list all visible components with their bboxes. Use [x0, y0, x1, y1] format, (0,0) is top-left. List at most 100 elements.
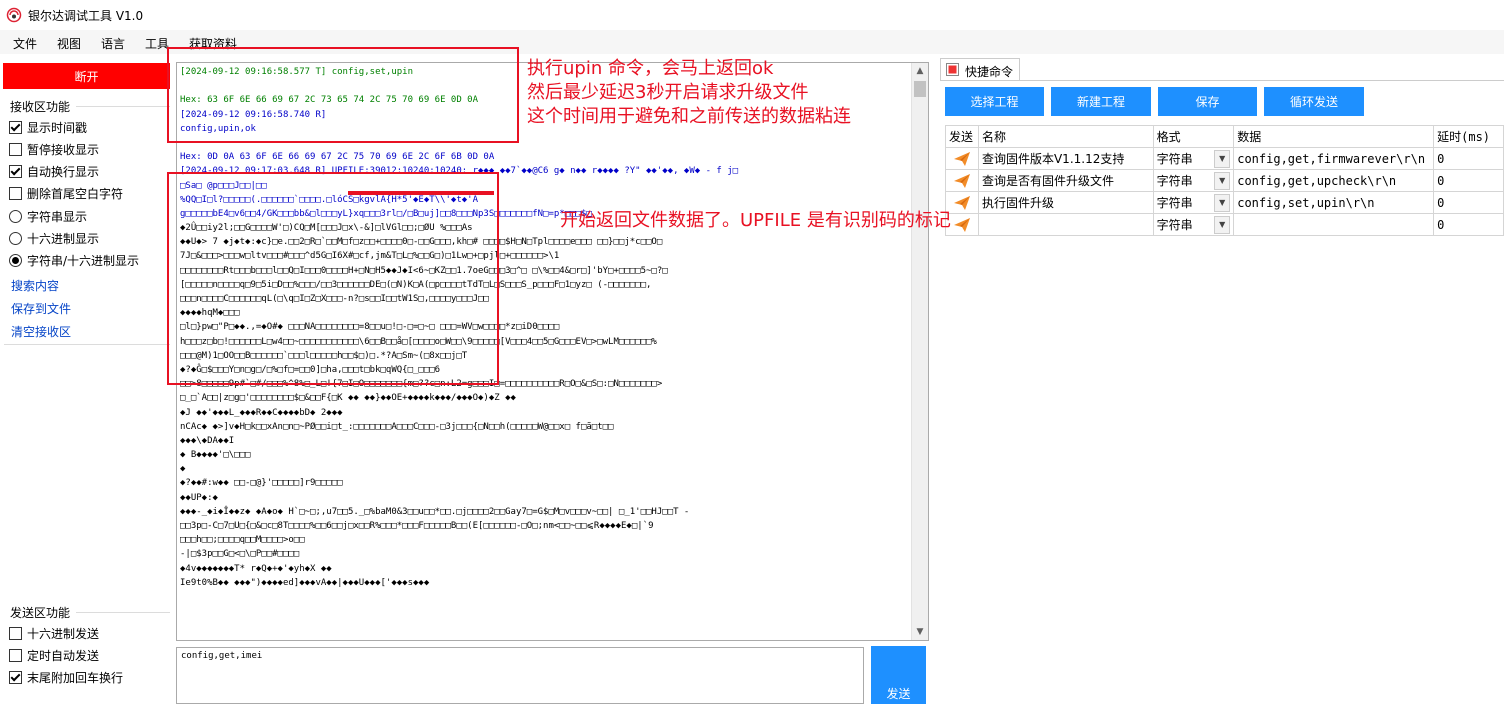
chevron-down-icon[interactable]: ▼ — [1214, 171, 1231, 190]
row-format-select[interactable]: 字符串 ▼ — [1152, 213, 1235, 236]
radio[interactable] — [9, 231, 22, 245]
menu-file[interactable]: 文件 — [13, 35, 37, 52]
receive-group-title: 接收区功能 — [10, 100, 71, 114]
loop-send-button[interactable]: 循环发送 — [1264, 87, 1364, 116]
send-plane-icon[interactable] — [953, 173, 971, 189]
row-delay[interactable]: 0 — [1433, 147, 1504, 170]
receive-line: Ie9t0%B◆◆ ◆◆◆")◆◆◆◆ed]◆◆◆vA◆◆|◆◆◆U◆◆◆['◆… — [180, 577, 430, 588]
table-row: 查询是否有固件升级文件 字符串 ▼ config,get,upcheck\r\n … — [945, 169, 1504, 192]
option-auto-wrap[interactable]: 自动换行显示 — [9, 162, 99, 180]
option-hex-display[interactable]: 十六进制显示 — [9, 229, 99, 247]
select-project-button[interactable]: 选择工程 — [945, 87, 1044, 116]
send-plane-icon[interactable] — [953, 195, 971, 211]
annotation-line: 然后最少延迟3秒开启请求升级文件 — [527, 82, 809, 103]
row-name[interactable]: 执行固件升级 — [977, 191, 1154, 214]
checkbox[interactable] — [9, 186, 22, 200]
annotation-note-upfile: 开始返回文件数据了。UPFILE 是有识别码的标记 — [560, 210, 951, 231]
receive-line: □_□`A□□|z□g□'□□□□□□□□$□&□□F{□K ◆◆ ◆◆}◆◆O… — [180, 393, 516, 404]
option-string-hex-display[interactable]: 字符串/十六进制显示 — [9, 251, 139, 269]
app-logo-icon — [6, 7, 22, 23]
receive-line: ◆◆◆\◆DA◆◆I — [180, 435, 235, 446]
checkbox-checked[interactable] — [9, 670, 22, 684]
chevron-down-icon[interactable]: ▼ — [1214, 193, 1231, 212]
option-append-crlf[interactable]: 末尾附加回车换行 — [9, 668, 123, 686]
window-title: 银尔达调试工具 V1.0 — [28, 9, 144, 23]
checkbox[interactable] — [9, 648, 22, 662]
send-input[interactable]: config,get,imei — [176, 647, 864, 704]
clear-receive-link[interactable]: 清空接收区 — [11, 323, 71, 340]
send-button[interactable]: 发送 — [871, 646, 926, 704]
row-data[interactable]: config,get,upcheck\r\n — [1233, 169, 1435, 192]
radio-selected[interactable] — [9, 253, 22, 267]
new-project-button[interactable]: 新建工程 — [1051, 87, 1151, 116]
send-plane-icon[interactable] — [953, 151, 971, 167]
option-pause-receive[interactable]: 暂停接收显示 — [9, 140, 99, 158]
format-value: 字符串 — [1156, 174, 1193, 188]
row-delay[interactable]: 0 — [1433, 169, 1504, 192]
table-header: 发送 名称 格式 数据 延时(ms) — [945, 125, 1504, 148]
row-data[interactable]: config,get,firmwarever\r\n — [1233, 147, 1435, 170]
receive-line: ◆◆UP◆:◆ — [180, 492, 218, 503]
receive-line: ◆ — [180, 464, 186, 475]
checkbox[interactable] — [9, 626, 22, 640]
title-bar: 银尔达调试工具 V1.0 — [0, 0, 1504, 30]
chevron-down-icon[interactable]: ▼ — [1214, 215, 1231, 234]
header-format: 格式 — [1152, 125, 1235, 148]
row-delay[interactable]: 0 — [1433, 191, 1504, 214]
format-value: 字符串 — [1156, 196, 1193, 210]
save-to-file-link[interactable]: 保存到文件 — [11, 300, 71, 317]
search-content-link[interactable]: 搜索内容 — [11, 277, 59, 294]
tab-label: 快捷命令 — [965, 65, 1014, 79]
receive-line: -|□$3p□□G□<□\□P□□#□□□□ — [180, 549, 300, 560]
row-send-button[interactable] — [945, 169, 979, 192]
menu-language[interactable]: 语言 — [101, 35, 125, 52]
quick-command-table: 发送 名称 格式 数据 延时(ms) 查询固件版本V1.1.12支持 字符串 ▼ … — [945, 125, 1504, 236]
row-send-button[interactable] — [945, 147, 979, 170]
checkbox[interactable] — [9, 142, 22, 156]
row-data[interactable]: config,set,upin\r\n — [1233, 191, 1435, 214]
tab-quick-commands[interactable]: 快捷命令 — [940, 58, 1020, 80]
option-hex-send[interactable]: 十六进制发送 — [9, 624, 99, 642]
receive-group-divider — [76, 106, 170, 107]
option-trim-whitespace[interactable]: 删除首尾空白字符 — [9, 184, 123, 202]
row-name[interactable] — [977, 213, 1154, 236]
annotation-line: 这个时间用于避免和之前传送的数据粘连 — [527, 106, 851, 127]
receive-line: ◆J ◆◆'◆◆◆L_◆◆◆R◆◆C◆◆◆◆bD◆ 2◆◆◆ — [180, 407, 343, 418]
radio[interactable] — [9, 209, 22, 223]
quick-command-icon — [946, 63, 959, 76]
option-timed-send[interactable]: 定时自动发送 — [9, 646, 99, 664]
checkbox-checked[interactable] — [9, 120, 22, 134]
row-format-select[interactable]: 字符串 ▼ — [1152, 191, 1235, 214]
receive-line: □□3p□-C□7□U□{□&□c□8T□□□□%□□6□□j□x□□R%□□□… — [180, 521, 654, 531]
send-plane-icon[interactable] — [953, 217, 971, 233]
save-button[interactable]: 保存 — [1158, 87, 1257, 116]
row-data[interactable] — [1233, 213, 1435, 236]
disconnect-button[interactable]: 断开 — [3, 63, 170, 89]
scroll-thumb[interactable] — [914, 81, 926, 97]
option-show-timestamp[interactable]: 显示时间戳 — [9, 118, 87, 136]
row-format-select[interactable]: 字符串 ▼ — [1152, 147, 1235, 170]
receive-group-bottom — [4, 344, 170, 345]
chevron-down-icon[interactable]: ▼ — [1214, 149, 1231, 168]
option-string-display[interactable]: 字符串显示 — [9, 207, 87, 225]
row-name[interactable]: 查询是否有固件升级文件 — [977, 169, 1154, 192]
row-delay[interactable]: 0 — [1433, 213, 1504, 236]
annotation-note-upin: 执行upin 命令，会马上返回ok 然后最少延迟3秒开启请求升级文件 这个时间用… — [527, 57, 851, 129]
receive-scrollbar[interactable]: ▲ ▼ — [911, 63, 928, 640]
header-data: 数据 — [1233, 125, 1435, 148]
option-label: 末尾附加回车换行 — [27, 670, 124, 685]
option-label: 显示时间戳 — [27, 120, 88, 135]
option-label: 删除首尾空白字符 — [27, 186, 124, 201]
option-label: 暂停接收显示 — [27, 142, 100, 157]
receive-line: ◆?◆◆#:w◆◆ □□-□@}'□□□□□]r9□□□□□ — [180, 478, 343, 489]
row-name[interactable]: 查询固件版本V1.1.12支持 — [977, 147, 1154, 170]
checkbox-checked[interactable] — [9, 164, 22, 178]
scroll-down-icon[interactable]: ▼ — [912, 624, 928, 640]
scroll-up-icon[interactable]: ▲ — [912, 63, 928, 79]
annotation-box-upfile — [167, 172, 499, 385]
menu-tools[interactable]: 工具 — [145, 35, 169, 52]
row-format-select[interactable]: 字符串 ▼ — [1152, 169, 1235, 192]
option-label: 字符串显示 — [27, 209, 88, 224]
menu-view[interactable]: 视图 — [57, 35, 81, 52]
option-label: 定时自动发送 — [27, 648, 100, 663]
